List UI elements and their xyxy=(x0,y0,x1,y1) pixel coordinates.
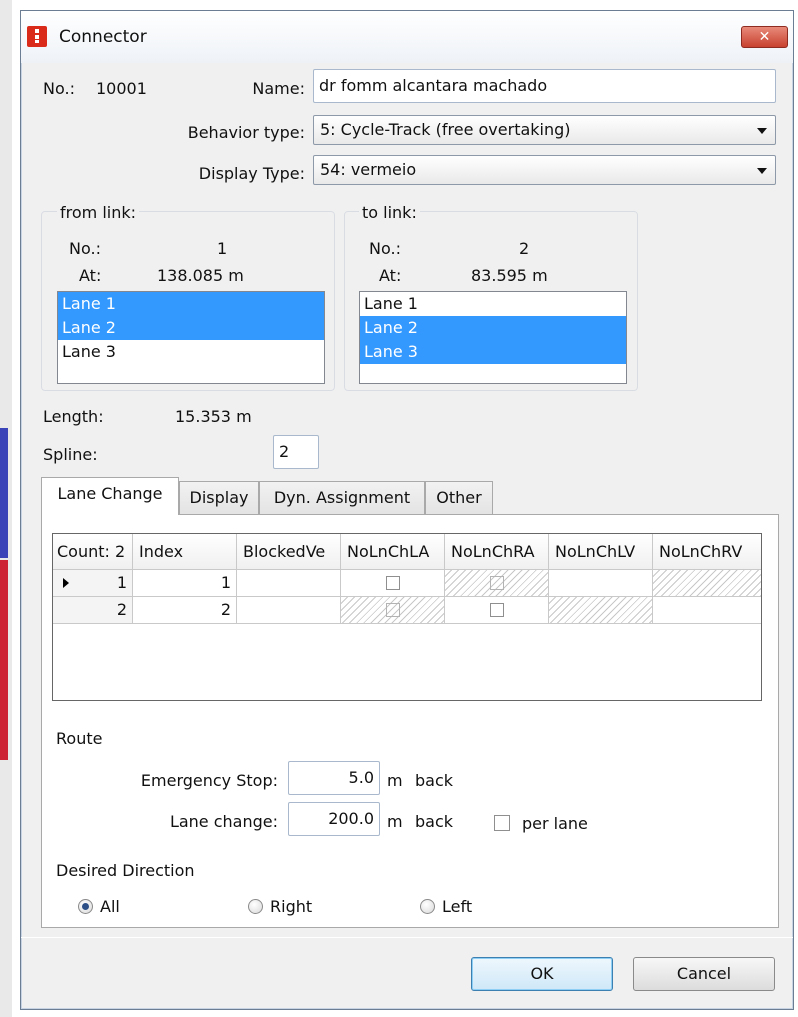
direction-separator xyxy=(52,851,762,852)
chevron-down-icon xyxy=(757,168,767,174)
spline-label: Spline: xyxy=(43,445,98,464)
table-cell-nolnchra[interactable] xyxy=(445,597,549,624)
background-accent-red xyxy=(0,560,8,760)
to-link-no-value: 2 xyxy=(519,239,530,258)
col-nolnchlv[interactable]: NoLnChLV xyxy=(549,534,653,570)
from-lane-1[interactable]: Lane 1 xyxy=(58,292,324,316)
lane-change-unit: m xyxy=(387,812,403,831)
row-header[interactable]: 2 xyxy=(53,597,133,624)
footer-separator xyxy=(21,937,793,938)
cancel-button[interactable]: Cancel xyxy=(633,957,775,991)
to-link-title: to link: xyxy=(359,203,420,222)
app-icon xyxy=(27,26,47,47)
table-cell-nolnchra xyxy=(445,570,549,597)
from-link-no-value: 1 xyxy=(217,239,228,258)
table-cell-blockedve[interactable] xyxy=(237,597,341,624)
length-value: 15.353 m xyxy=(175,407,252,426)
behavior-type-label: Behavior type: xyxy=(187,123,305,142)
route-separator xyxy=(52,715,762,716)
to-lane-3[interactable]: Lane 3 xyxy=(360,340,626,364)
emergency-stop-unit: m xyxy=(387,771,403,790)
title-bar[interactable]: Connector ✕ xyxy=(21,11,793,63)
display-type-label: Display Type: xyxy=(198,164,305,183)
col-nolnchrv[interactable]: NoLnChRV xyxy=(653,534,761,570)
to-lane-2[interactable]: Lane 2 xyxy=(360,316,626,340)
close-icon: ✕ xyxy=(758,29,771,45)
lane-change-panel: Count: 2 Index BlockedVe NoLnChLA NoLnCh… xyxy=(41,514,779,928)
direction-all-radio[interactable] xyxy=(78,899,93,914)
table-cell-index[interactable]: 1 xyxy=(133,570,237,597)
ok-button[interactable]: OK xyxy=(471,957,613,991)
to-link-lane-list[interactable]: Lane 1 Lane 2 Lane 3 xyxy=(359,291,627,384)
table-cell-blockedve[interactable] xyxy=(237,570,341,597)
nolnchra-checkbox-disabled xyxy=(490,576,504,590)
from-link-no-label: No.: xyxy=(69,239,101,258)
current-row-icon xyxy=(63,578,69,588)
tab-lane-change[interactable]: Lane Change xyxy=(41,477,179,515)
length-label: Length: xyxy=(43,407,104,426)
lane-change-back: back xyxy=(415,812,454,831)
from-link-at-label: At: xyxy=(79,266,102,285)
direction-left-label: Left xyxy=(442,897,473,916)
window-title: Connector xyxy=(59,27,147,47)
from-link-title: from link: xyxy=(57,203,140,222)
table-cell-nolnchla[interactable] xyxy=(341,570,445,597)
tab-dyn-assignment[interactable]: Dyn. Assignment xyxy=(259,481,425,515)
display-type-select[interactable]: 54: vermeio xyxy=(313,155,776,185)
emergency-stop-back: back xyxy=(415,771,454,790)
per-lane-label: per lane xyxy=(522,814,588,833)
nolnchla-checkbox-disabled xyxy=(386,603,400,617)
from-lane-2[interactable]: Lane 2 xyxy=(58,316,324,340)
from-lane-3[interactable]: Lane 3 xyxy=(58,340,324,364)
nolnchla-checkbox[interactable] xyxy=(386,576,400,590)
tab-other[interactable]: Other xyxy=(425,481,493,515)
name-label: Name: xyxy=(252,79,305,98)
behavior-type-select[interactable]: 5: Cycle-Track (free overtaking) xyxy=(313,115,776,145)
table-cell-nolnchlv xyxy=(549,597,653,624)
per-lane-checkbox[interactable] xyxy=(494,815,510,831)
to-link-no-label: No.: xyxy=(369,239,401,258)
col-count[interactable]: Count: 2 xyxy=(53,534,133,570)
to-lane-1[interactable]: Lane 1 xyxy=(360,292,626,316)
table-cell-nolnchrv xyxy=(653,570,761,597)
lane-change-grid[interactable]: Count: 2 Index BlockedVe NoLnChLA NoLnCh… xyxy=(52,533,762,701)
emergency-stop-input[interactable]: 5.0 xyxy=(288,761,380,795)
col-nolnchla[interactable]: NoLnChLA xyxy=(341,534,445,570)
direction-right-label: Right xyxy=(270,897,313,916)
display-type-value: 54: vermeio xyxy=(320,160,417,179)
row-header[interactable]: 1 xyxy=(53,570,133,597)
spline-input[interactable]: 2 xyxy=(273,435,319,469)
table-cell-nolnchrv[interactable] xyxy=(653,597,761,624)
table-cell-index[interactable]: 2 xyxy=(133,597,237,624)
nolnchra-checkbox[interactable] xyxy=(490,603,504,617)
name-input[interactable]: dr fomm alcantara machado xyxy=(313,69,776,103)
close-button[interactable]: ✕ xyxy=(741,26,788,48)
lane-change-input[interactable]: 200.0 xyxy=(288,802,380,836)
direction-right-radio[interactable] xyxy=(248,899,263,914)
lane-change-label: Lane change: xyxy=(169,812,278,831)
route-title: Route xyxy=(56,729,103,748)
from-link-lane-list[interactable]: Lane 1 Lane 2 Lane 3 xyxy=(57,291,325,384)
tab-display[interactable]: Display xyxy=(179,481,259,515)
row-number: 1 xyxy=(116,573,127,592)
background-accent-blue xyxy=(0,428,8,558)
direction-title: Desired Direction xyxy=(56,861,195,880)
no-value: 10001 xyxy=(96,79,147,98)
emergency-stop-label: Emergency Stop: xyxy=(140,771,278,790)
no-label: No.: xyxy=(43,79,75,98)
direction-left-radio[interactable] xyxy=(420,899,435,914)
direction-all-label: All xyxy=(100,897,120,916)
chevron-down-icon xyxy=(757,128,767,134)
behavior-type-value: 5: Cycle-Track (free overtaking) xyxy=(320,120,571,139)
col-index[interactable]: Index xyxy=(133,534,237,570)
to-link-at-label: At: xyxy=(379,266,402,285)
row-number: 2 xyxy=(116,600,127,619)
table-cell-nolnchla xyxy=(341,597,445,624)
from-link-at-value: 138.085 m xyxy=(157,266,244,285)
to-link-at-value: 83.595 m xyxy=(471,266,548,285)
col-blockedve[interactable]: BlockedVe xyxy=(237,534,341,570)
table-cell-nolnchlv[interactable] xyxy=(549,570,653,597)
col-nolnchra[interactable]: NoLnChRA xyxy=(445,534,549,570)
connector-dialog: Connector ✕ No.: 10001 Name: dr fomm alc… xyxy=(20,10,794,1010)
